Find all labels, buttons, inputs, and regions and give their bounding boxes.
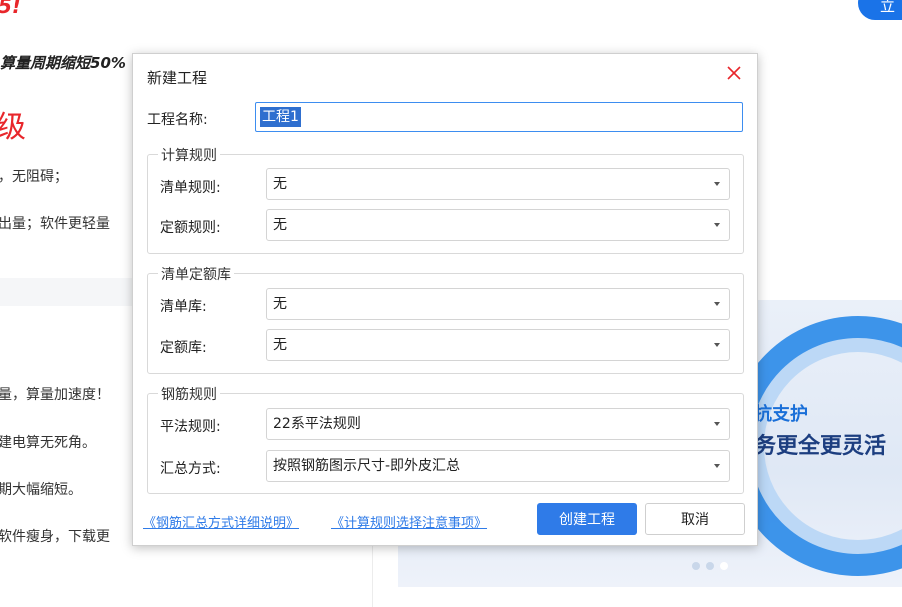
- carousel-dot[interactable]: [706, 562, 714, 570]
- cancel-button[interactable]: 取消: [645, 503, 745, 535]
- bill-lib-value: 无: [273, 296, 287, 312]
- banner-line-2: 务更全更灵活: [754, 434, 887, 459]
- rule-notes-link[interactable]: 《计算规则选择注意事项》: [331, 512, 487, 531]
- bg-text-line-4: 建电算无死角。: [0, 435, 96, 451]
- summary-help-link[interactable]: 《钢筋汇总方式详细说明》: [143, 512, 299, 531]
- project-name-label: 工程名称:: [147, 112, 208, 128]
- group-title-calc-rules: 计算规则: [158, 145, 220, 165]
- summary-label: 汇总方式:: [160, 461, 221, 477]
- bg-top-button[interactable]: 立: [858, 0, 902, 20]
- bg-red-big: 级: [0, 110, 26, 145]
- group-calc-rules: 计算规则 清单规则: 无 定额规则: 无: [147, 145, 744, 254]
- quota-lib-select[interactable]: 无: [266, 329, 730, 361]
- bill-lib-label: 清单库:: [160, 299, 207, 315]
- group-library: 清单定额库 清单库: 无 定额库: 无: [147, 264, 744, 374]
- carousel-dot-active[interactable]: [720, 562, 728, 570]
- banner-line-1: 抗支护: [754, 404, 808, 425]
- new-project-dialog: 新建工程 工程名称: 工程1 计算规则 清单规则: 无 定额规则: 无 清单定额…: [132, 53, 758, 546]
- quota-lib-value: 无: [273, 337, 287, 353]
- chevron-down-icon: [714, 464, 720, 468]
- bill-rule-value: 无: [273, 176, 287, 192]
- flat-rule-select[interactable]: 22系平法规则: [266, 408, 730, 440]
- bg-text-line-2: 出量；软件更轻量: [0, 216, 110, 232]
- bg-red-heading: 5!: [0, 0, 22, 18]
- carousel-dot[interactable]: [692, 562, 700, 570]
- summary-value: 按照钢筋图示尺寸-即外皮汇总: [273, 458, 461, 474]
- bill-rule-select[interactable]: 无: [266, 168, 730, 200]
- close-icon[interactable]: [725, 64, 743, 82]
- chevron-down-icon: [714, 343, 720, 347]
- group-title-library: 清单定额库: [158, 264, 234, 284]
- quota-rule-label: 定额规则:: [160, 220, 221, 236]
- bg-italic-line: 算量周期缩短50%: [0, 54, 126, 72]
- project-name-value: 工程1: [260, 107, 301, 127]
- quota-rule-value: 无: [273, 217, 287, 233]
- dialog-title: 新建工程: [147, 69, 208, 87]
- flat-rule-label: 平法规则:: [160, 419, 221, 435]
- chevron-down-icon: [714, 223, 720, 227]
- project-name-input[interactable]: 工程1: [255, 102, 743, 132]
- quota-rule-select[interactable]: 无: [266, 209, 730, 241]
- flat-rule-value: 22系平法规则: [273, 416, 361, 432]
- bill-rule-label: 清单规则:: [160, 180, 221, 196]
- bg-text-line-5: 期大幅缩短。: [0, 482, 82, 498]
- group-title-rebar: 钢筋规则: [158, 384, 220, 404]
- quota-lib-label: 定额库:: [160, 340, 207, 356]
- bill-lib-select[interactable]: 无: [266, 288, 730, 320]
- carousel-dots: [692, 562, 728, 570]
- chevron-down-icon: [714, 302, 720, 306]
- chevron-down-icon: [714, 182, 720, 186]
- group-rebar: 钢筋规则 平法规则: 22系平法规则 汇总方式: 按照钢筋图示尺寸-即外皮汇总: [147, 384, 744, 494]
- chevron-down-icon: [714, 422, 720, 426]
- create-project-button[interactable]: 创建工程: [537, 503, 637, 535]
- summary-select[interactable]: 按照钢筋图示尺寸-即外皮汇总: [266, 450, 730, 482]
- bg-text-line-1: ，无阻碍；: [0, 169, 68, 185]
- bg-text-line-6: 软件瘦身，下载更: [0, 529, 110, 545]
- bg-text-line-3: 量，算量加速度！: [0, 387, 110, 403]
